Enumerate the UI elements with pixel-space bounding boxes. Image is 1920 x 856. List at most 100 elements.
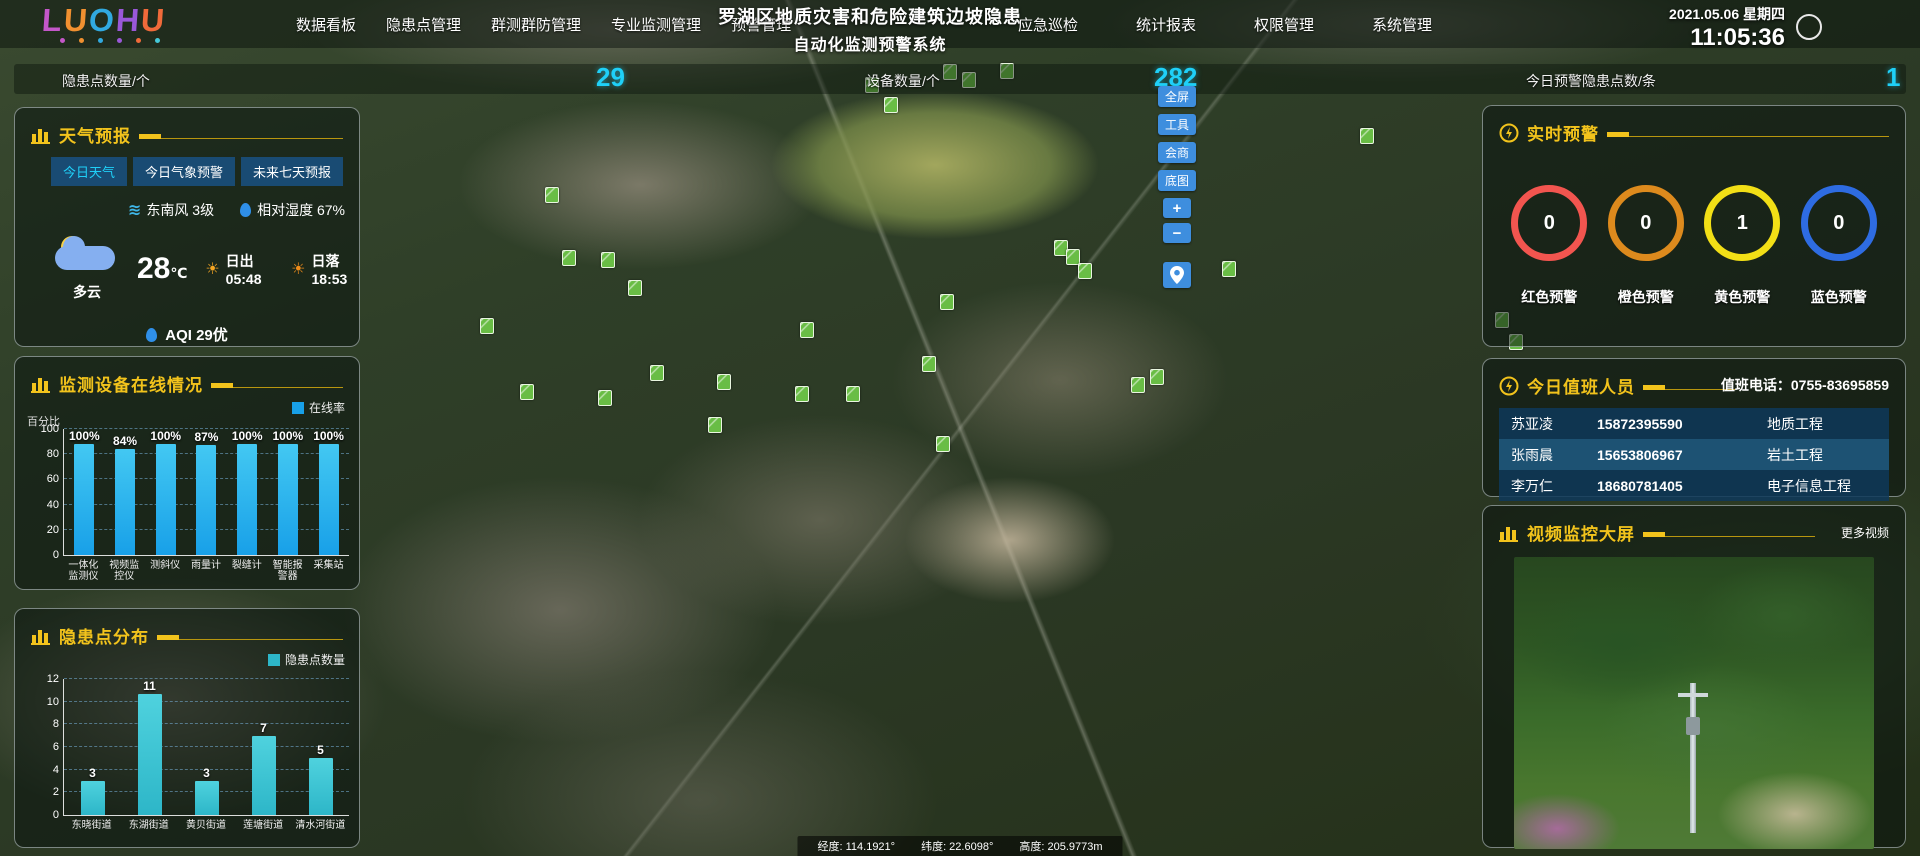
duty-job: 电子信息工程 <box>1767 476 1877 496</box>
map-marker[interactable] <box>601 252 615 268</box>
bar-group[interactable]: 3 <box>65 679 121 815</box>
bar-chart-icon <box>1499 524 1519 542</box>
stat-hazard-count-value: 29 <box>596 62 625 93</box>
nav-item-right-0[interactable]: 应急巡检 <box>1018 14 1078 35</box>
map-marker[interactable] <box>480 318 494 334</box>
x-tick-label: 雨量计 <box>189 560 223 582</box>
bar-group[interactable]: 3 <box>179 679 235 815</box>
humidity-item: 相对湿度 67% <box>240 200 345 220</box>
title-underline <box>139 138 343 139</box>
alert-circle-2: 1 <box>1704 185 1780 261</box>
longitude-text: 经度: 114.1921° <box>817 838 895 854</box>
alert-item-3[interactable]: 0蓝色预警 <box>1801 185 1877 307</box>
map-control-1[interactable]: 工具 <box>1158 114 1196 135</box>
bar[interactable] <box>81 781 105 815</box>
bar[interactable] <box>309 758 333 815</box>
bar-group[interactable]: 100% <box>309 429 349 555</box>
logo[interactable]: LUOHU <box>42 2 166 39</box>
map-marker[interactable] <box>1131 377 1145 393</box>
nav-item-1[interactable]: 隐患点管理 <box>386 14 461 35</box>
x-tick-label: 采集站 <box>311 560 345 582</box>
bar[interactable] <box>196 445 216 555</box>
bar-group[interactable]: 11 <box>122 679 178 815</box>
map-marker[interactable] <box>1360 128 1374 144</box>
bar[interactable] <box>252 736 276 815</box>
aqi-item: AQI 29优 <box>15 324 359 345</box>
map-marker[interactable] <box>717 374 731 390</box>
y-tick-label: 8 <box>32 718 59 730</box>
bar[interactable] <box>195 781 219 815</box>
nav-item-0[interactable]: 数据看板 <box>296 14 356 35</box>
map-marker[interactable] <box>1078 263 1092 279</box>
bar-group[interactable]: 100% <box>146 429 186 555</box>
map-marker[interactable] <box>598 390 612 406</box>
map-marker[interactable] <box>846 386 860 402</box>
map-marker[interactable] <box>650 365 664 381</box>
map-control-2[interactable]: 会商 <box>1158 142 1196 163</box>
map-marker[interactable] <box>940 294 954 310</box>
legend-swatch <box>268 654 280 666</box>
user-ring-icon[interactable] <box>1796 14 1822 40</box>
map-control-0[interactable]: 全屏 <box>1158 86 1196 107</box>
video-thumbnail[interactable] <box>1514 557 1874 849</box>
bar[interactable] <box>278 444 298 555</box>
map-marker[interactable] <box>1222 261 1236 277</box>
bar-group[interactable]: 87% <box>186 429 226 555</box>
map-marker[interactable] <box>520 384 534 400</box>
alert-value: 0 <box>1544 212 1555 235</box>
bar[interactable] <box>156 444 176 555</box>
legend-swatch <box>292 402 304 414</box>
bar-value-label: 11 <box>143 679 156 693</box>
map-marker[interactable] <box>628 280 642 296</box>
zoom-out-button[interactable]: − <box>1163 223 1191 243</box>
alert-item-2[interactable]: 1黄色预警 <box>1704 185 1780 307</box>
bar-group[interactable]: 100% <box>227 429 267 555</box>
alert-item-1[interactable]: 0橙色预警 <box>1608 185 1684 307</box>
bar-group[interactable]: 84% <box>105 429 145 555</box>
map-control-3[interactable]: 底图 <box>1158 170 1196 191</box>
bar-value-label: 100% <box>232 429 263 443</box>
bar-group[interactable]: 7 <box>236 679 292 815</box>
coordinates-bar: 经度: 114.1921° 纬度: 22.6098° 高度: 205.9773m <box>797 836 1122 856</box>
bar[interactable] <box>138 694 162 815</box>
alert-items: 0红色预警0橙色预警1黄色预警0蓝色预警 <box>1483 185 1905 307</box>
bar[interactable] <box>237 444 257 555</box>
bar-chart-icon <box>31 126 51 144</box>
logo-letter: U <box>62 2 90 39</box>
bar-value-label: 100% <box>69 429 100 443</box>
x-tick-label: 莲塘街道 <box>235 820 291 831</box>
map-marker[interactable] <box>562 250 576 266</box>
weather-tab-0[interactable]: 今日天气 <box>51 157 127 186</box>
nav-item-2[interactable]: 群测群防管理 <box>491 14 581 35</box>
bar-group[interactable]: 100% <box>64 429 104 555</box>
bar[interactable] <box>115 449 135 555</box>
duty-personnel-panel: 今日值班人员 值班电话：0755-83695859 苏亚凌15872395590… <box>1482 358 1906 497</box>
nav-item-right-3[interactable]: 系统管理 <box>1372 14 1432 35</box>
title-underline <box>157 639 343 640</box>
bar-group[interactable]: 5 <box>293 679 349 815</box>
map-marker[interactable] <box>545 187 559 203</box>
map-marker[interactable] <box>800 322 814 338</box>
sunrise-text: 日出 05:48 <box>226 251 273 287</box>
weather-tab-1[interactable]: 今日气象预警 <box>133 157 235 186</box>
sunset-icon: ☀ <box>291 259 305 279</box>
x-tick-label: 东湖街道 <box>121 820 177 831</box>
bar[interactable] <box>319 444 339 555</box>
map-marker[interactable] <box>708 417 722 433</box>
map-marker[interactable] <box>922 356 936 372</box>
bar[interactable] <box>74 444 94 555</box>
aqi-text: AQI 29优 <box>165 324 228 345</box>
bar-group[interactable]: 100% <box>268 429 308 555</box>
locate-pin-button[interactable] <box>1163 262 1191 288</box>
nav-item-right-1[interactable]: 统计报表 <box>1136 14 1196 35</box>
zoom-in-button[interactable]: + <box>1163 198 1191 218</box>
weather-tab-2[interactable]: 未来七天预报 <box>241 157 343 186</box>
map-marker[interactable] <box>884 97 898 113</box>
map-marker[interactable] <box>1150 369 1164 385</box>
alert-label: 橙色预警 <box>1618 287 1674 307</box>
map-marker[interactable] <box>936 436 950 452</box>
nav-item-right-2[interactable]: 权限管理 <box>1254 14 1314 35</box>
more-video-link[interactable]: 更多视频 <box>1841 524 1889 541</box>
alert-item-0[interactable]: 0红色预警 <box>1511 185 1587 307</box>
map-marker[interactable] <box>795 386 809 402</box>
